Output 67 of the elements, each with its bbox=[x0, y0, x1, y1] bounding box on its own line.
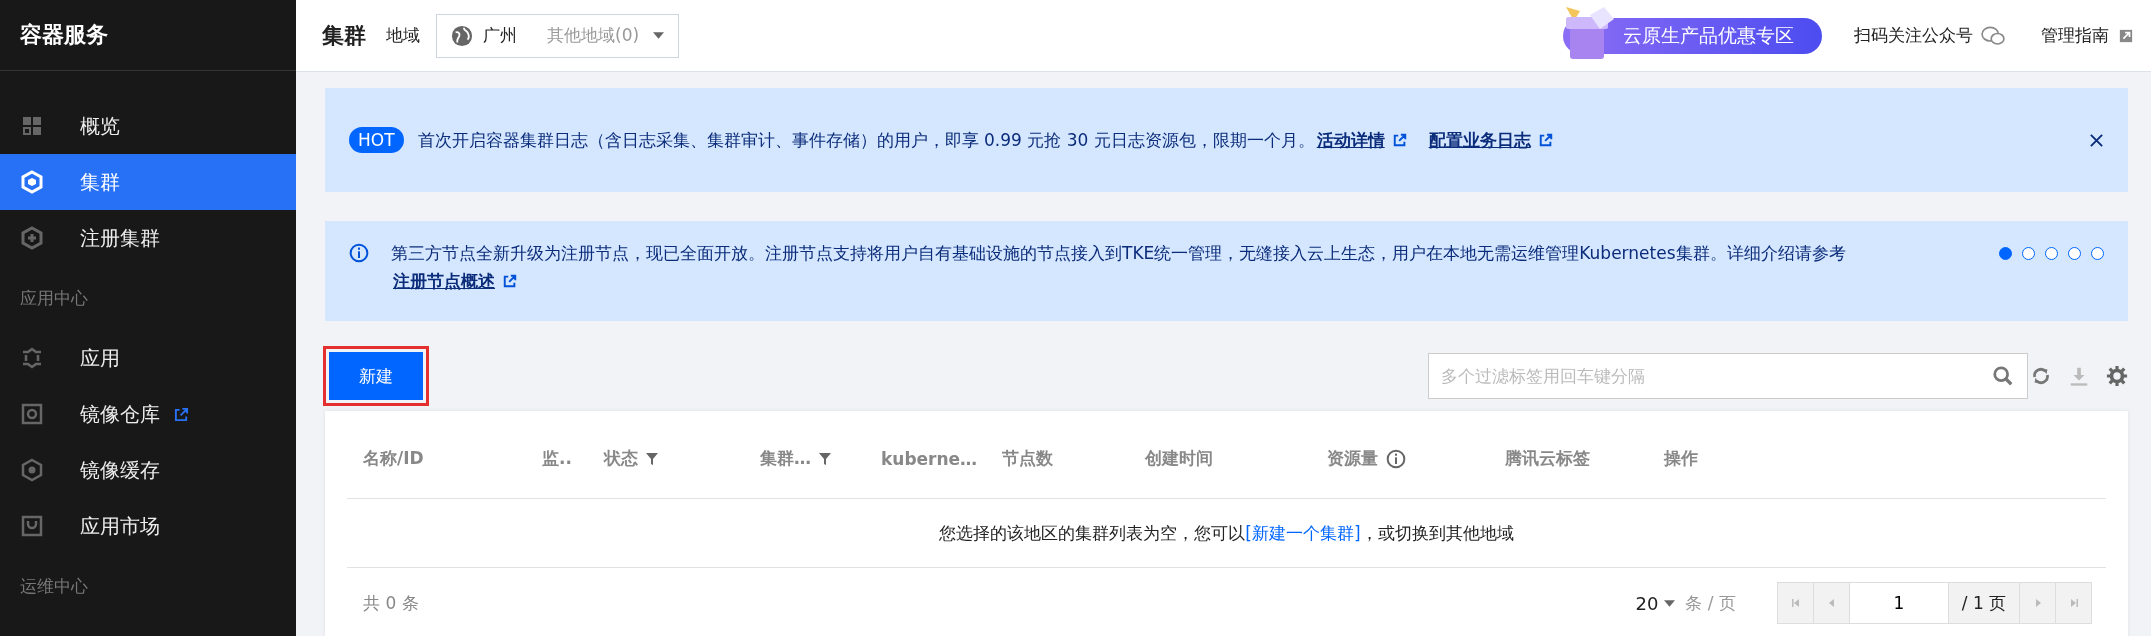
column-header: 腾讯云标签 bbox=[1505, 447, 1590, 470]
notice-text: 首次开启容器集群日志（含日志采集、集群审计、事件存储）的用户，即享 0.99 元抢 30 元日志资源包，限期一个月。活动详情 配置业务日志 bbox=[417, 126, 2089, 154]
column-header: 集群… bbox=[760, 447, 811, 470]
guide-link[interactable]: 管理指南 bbox=[2041, 24, 2133, 47]
caret-icon bbox=[1664, 599, 1676, 607]
region-label: 地域 bbox=[386, 24, 420, 47]
carousel-dot[interactable] bbox=[2022, 247, 2035, 260]
section-heading: 运维中心 bbox=[19, 574, 89, 598]
section-heading: 应用中心 bbox=[19, 286, 89, 310]
sidebar-item[interactable]: 注册集群 bbox=[0, 210, 296, 266]
globe-icon bbox=[451, 24, 473, 47]
column-header: 节点数 bbox=[1002, 447, 1053, 470]
hot-badge: HOT bbox=[349, 127, 404, 153]
refresh-icon[interactable] bbox=[2030, 365, 2052, 387]
nav-icon bbox=[20, 114, 44, 138]
carousel-dot[interactable] bbox=[2091, 247, 2104, 260]
column-header: 资源量 bbox=[1327, 447, 1378, 470]
last-page-icon bbox=[2068, 598, 2079, 608]
info-icon bbox=[349, 243, 369, 263]
page-input[interactable]: 1 bbox=[1849, 582, 1949, 624]
search-field[interactable]: 多个过滤标签用回车键分隔 bbox=[1428, 353, 2028, 399]
sidebar-item[interactable]: 镜像仓库 bbox=[0, 386, 296, 442]
page-title: 集群 bbox=[322, 21, 366, 50]
chat-icon bbox=[1981, 25, 2005, 46]
column-header: 名称/ID bbox=[363, 447, 424, 470]
carousel-dot[interactable] bbox=[2045, 247, 2058, 260]
notice-link[interactable]: 注册节点概述 bbox=[393, 271, 517, 291]
page-size-select[interactable]: 20 bbox=[1635, 592, 1676, 614]
notice-text: 第三方节点全新升级为注册节点，现已全面开放。注册节点支持将用户自有基础设施的节点接入到TKE统一管理，无缝接入云上生态，用户在本地无需运维管理Kubernetes集群。详细介绍请参考 注册节点概述 bbox=[391, 242, 1847, 293]
external-link-icon bbox=[1392, 133, 1407, 147]
column-header: 创建时间 bbox=[1145, 447, 1213, 470]
follow-link[interactable]: 扫码关注公众号 bbox=[1854, 24, 2005, 47]
sidebar-item[interactable]: 应用市场 bbox=[0, 498, 296, 554]
column-header: kuberne… bbox=[881, 448, 978, 469]
filter-icon[interactable] bbox=[819, 452, 831, 465]
total-count: 共 0 条 bbox=[363, 591, 419, 615]
nav-icon bbox=[20, 402, 44, 426]
external-link-icon bbox=[503, 274, 517, 288]
nav-icon bbox=[20, 170, 44, 194]
close-icon[interactable] bbox=[2089, 132, 2104, 148]
nav-icon bbox=[20, 226, 44, 250]
notice-link[interactable]: 配置业务日志 bbox=[1428, 130, 1553, 150]
caret-icon bbox=[653, 32, 665, 39]
nav-icon bbox=[20, 458, 44, 482]
external-link-icon bbox=[2119, 28, 2133, 43]
sidebar-item[interactable]: 镜像缓存 bbox=[0, 442, 296, 498]
settings-icon[interactable] bbox=[2106, 365, 2128, 387]
column-header: 监.. bbox=[542, 447, 572, 470]
notice-link[interactable]: 活动详情 bbox=[1316, 130, 1407, 150]
carousel-dot[interactable] bbox=[2068, 247, 2081, 260]
page-total: / 1 页 bbox=[1948, 582, 2020, 624]
carousel-dot[interactable] bbox=[1999, 247, 2012, 260]
empty-message: 您选择的该地区的集群列表为空，您可以[新建一个集群]，或切换到其他地域 bbox=[939, 521, 1514, 545]
page-size-label: 条 / 页 bbox=[1685, 591, 1736, 615]
sidebar-item[interactable]: 应用 bbox=[0, 330, 296, 386]
region-select[interactable]: 广州 其他地域(0) bbox=[436, 13, 680, 58]
sidebar-item[interactable]: 概览 bbox=[0, 98, 296, 154]
sidebar-item[interactable]: 集群 bbox=[0, 154, 296, 210]
column-header: 状态 bbox=[604, 447, 638, 470]
column-header: 操作 bbox=[1664, 447, 1698, 470]
nav-icon bbox=[20, 514, 44, 538]
search-icon bbox=[1992, 365, 2014, 387]
first-page-icon bbox=[1790, 598, 1801, 608]
filter-icon[interactable] bbox=[646, 452, 658, 465]
nav-icon bbox=[20, 346, 44, 370]
create-cluster-link[interactable]: [新建一个集群] bbox=[1245, 522, 1361, 543]
external-link-icon bbox=[1538, 133, 1553, 147]
